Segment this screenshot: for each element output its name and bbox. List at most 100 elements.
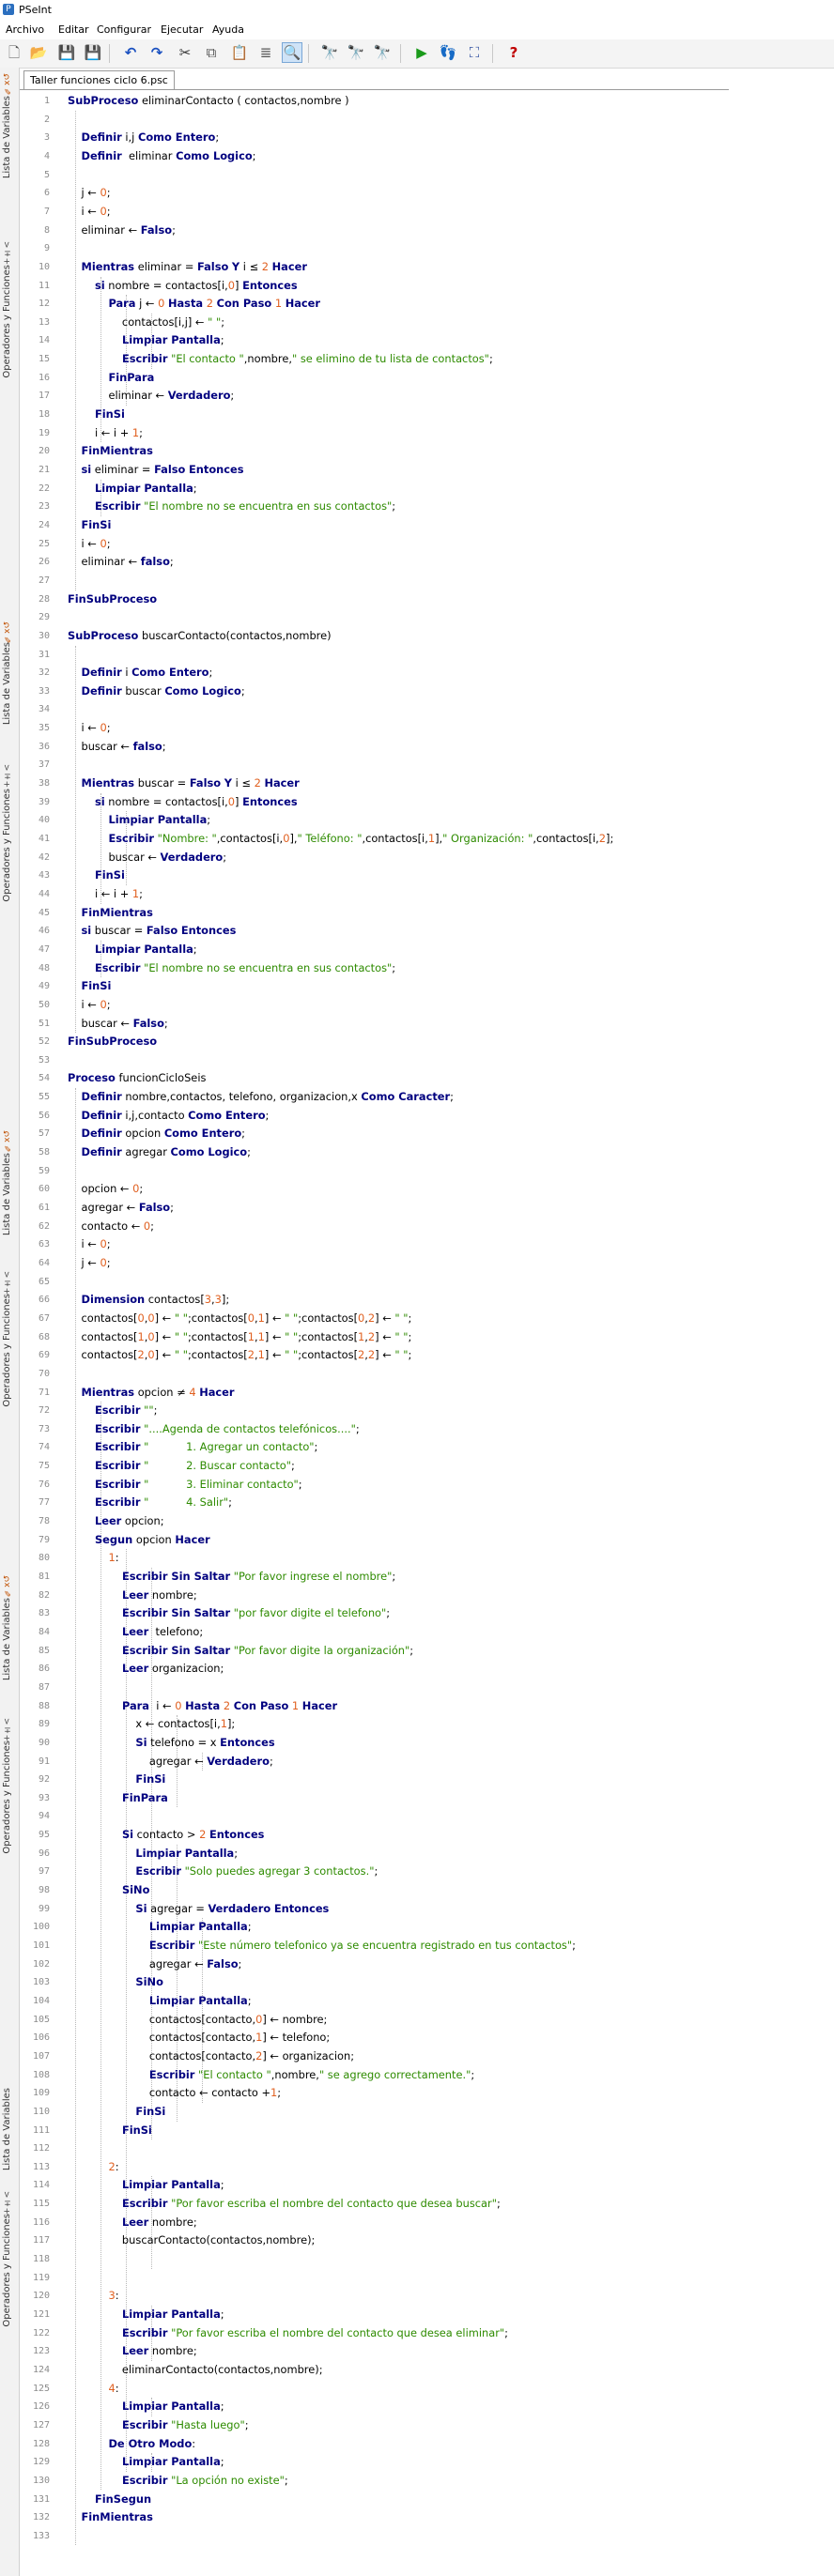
code-line[interactable]: Definir eliminar Como Logico;: [68, 147, 255, 166]
code-line[interactable]: Definir agregar Como Logico;: [68, 1143, 250, 1162]
code-line[interactable]: Escribir "Por favor escriba el nombre de…: [68, 2324, 508, 2343]
operators-panel-tab[interactable]: Operadores y Funciones: [2, 1294, 17, 1407]
code-line[interactable]: Limpiar Pantalla;: [68, 2398, 224, 2416]
variables-panel-tab[interactable]: Lista de Variables: [2, 1598, 17, 1680]
menu-editar[interactable]: Editar: [58, 23, 89, 36]
code-line[interactable]: Escribir " 2. Buscar contacto";: [68, 1457, 295, 1476]
code-line[interactable]: Para j ← 0 Hasta 2 Con Paso 1 Hacer: [68, 295, 320, 314]
code-line[interactable]: buscar ← Verdadero;: [68, 849, 226, 867]
code-line[interactable]: i ← 0;: [68, 1235, 110, 1254]
code-line[interactable]: Definir i,j,contacto Como Entero;: [68, 1107, 269, 1126]
save-as-icon[interactable]: 💾: [83, 42, 103, 63]
code-line[interactable]: Si contacto > 2 Entonces: [68, 1826, 265, 1845]
variables-panel-icon[interactable]: ✎x↺: [3, 1575, 16, 1597]
code-line[interactable]: FinSi: [68, 866, 125, 885]
code-line[interactable]: i ← i + 1;: [68, 424, 143, 443]
code-line[interactable]: contactos[2,0] ← " ";contactos[2,1] ← " …: [68, 1346, 411, 1365]
code-line[interactable]: i ← 0;: [68, 996, 110, 1015]
code-line[interactable]: 1:: [68, 1549, 118, 1568]
code-line[interactable]: Escribir " 3. Eliminar contacto";: [68, 1476, 302, 1495]
code-line[interactable]: buscar ← Falso;: [68, 1015, 167, 1034]
code-line[interactable]: Limpiar Pantalla;: [68, 1845, 238, 1863]
variables-panel-tab[interactable]: Lista de Variables: [2, 642, 17, 725]
code-line[interactable]: Leer nombre;: [68, 1587, 197, 1605]
variables-panel-icon[interactable]: ✎x↺: [3, 621, 16, 643]
code-line[interactable]: FinMientras: [68, 904, 152, 923]
operators-panel-icon[interactable]: +±<: [3, 764, 16, 788]
code-line[interactable]: Escribir "La opción no existe";: [68, 2472, 288, 2491]
code-line[interactable]: Si telefono = x Entonces: [68, 1734, 274, 1753]
code-line[interactable]: eliminar ← falso;: [68, 553, 173, 572]
code-line[interactable]: si nombre = contactos[i,0] Entonces: [68, 277, 298, 296]
code-line[interactable]: Escribir "....Agenda de contactos telefó…: [68, 1420, 360, 1439]
replace-icon[interactable]: 🔭: [372, 42, 393, 63]
code-line[interactable]: contactos[0,0] ← " ";contactos[0,1] ← " …: [68, 1310, 411, 1328]
code-line[interactable]: SiNo: [68, 1881, 149, 1900]
code-line[interactable]: SubProceso buscarContacto(contactos,nomb…: [68, 627, 332, 646]
code-line[interactable]: Escribir "El nombre no se encuentra en s…: [68, 498, 395, 516]
code-line[interactable]: Para i ← 0 Hasta 2 Con Paso 1 Hacer: [68, 1697, 337, 1716]
code-line[interactable]: Dimension contactos[3,3];: [68, 1291, 229, 1310]
code-line[interactable]: Limpiar Pantalla;: [68, 480, 197, 498]
code-line[interactable]: FinPara: [68, 1789, 168, 1808]
code-line[interactable]: FinSubProceso: [68, 1033, 157, 1051]
code-line[interactable]: Leer nombre;: [68, 2342, 197, 2361]
code-line[interactable]: Mientras opcion ≠ 4 Hacer: [68, 1384, 234, 1403]
run-icon[interactable]: ▶: [411, 42, 432, 63]
code-line[interactable]: buscar ← falso;: [68, 738, 165, 757]
code-line[interactable]: opcion ← 0;: [68, 1180, 143, 1199]
code-line[interactable]: 2:: [68, 2158, 118, 2177]
code-line[interactable]: Definir i Como Entero;: [68, 664, 212, 682]
code-line[interactable]: Limpiar Pantalla;: [68, 2453, 224, 2472]
code-line[interactable]: Limpiar Pantalla;: [68, 1992, 252, 2011]
menu-ayuda[interactable]: Ayuda: [212, 23, 244, 36]
code-line[interactable]: agregar ← Verdadero;: [68, 1753, 273, 1771]
code-line[interactable]: 3:: [68, 2287, 118, 2306]
operators-panel-icon[interactable]: +±<: [3, 2191, 16, 2215]
code-line[interactable]: contacto ← 0;: [68, 1218, 154, 1236]
open-file-icon[interactable]: 📂: [28, 42, 49, 63]
code-line[interactable]: Si agregar = Verdadero Entonces: [68, 1900, 329, 1919]
find-next-icon[interactable]: 🔭: [346, 42, 366, 63]
code-line[interactable]: De Otro Modo:: [68, 2435, 195, 2454]
code-line[interactable]: si buscar = Falso Entonces: [68, 922, 236, 941]
code-line[interactable]: si eliminar = Falso Entonces: [68, 461, 243, 480]
code-line[interactable]: Escribir "Nombre: ",contactos[i,0]," Tel…: [68, 830, 613, 849]
code-line[interactable]: FinSubProceso: [68, 590, 157, 609]
variables-panel-tab[interactable]: Lista de Variables: [2, 1153, 17, 1235]
code-line[interactable]: Limpiar Pantalla;: [68, 2176, 224, 2195]
file-tab[interactable]: Taller funciones ciclo 6.psc: [23, 70, 175, 89]
code-line[interactable]: 4:: [68, 2380, 118, 2399]
code-line[interactable]: Leer nombre;: [68, 2214, 197, 2232]
menu-ejecutar[interactable]: Ejecutar: [161, 23, 203, 36]
operators-panel-tab[interactable]: Operadores y Funciones: [2, 2214, 17, 2327]
code-line[interactable]: contactos[contacto,2] ← organizacion;: [68, 2047, 354, 2066]
code-line[interactable]: Segun opcion Hacer: [68, 1531, 210, 1550]
help-icon[interactable]: ?: [503, 42, 524, 63]
code-line[interactable]: j ← 0;: [68, 1254, 110, 1273]
code-line[interactable]: FinMientras: [68, 2508, 152, 2527]
code-line[interactable]: Proceso funcionCicloSeis: [68, 1069, 206, 1088]
code-line[interactable]: Mientras eliminar = Falso Y i ≤ 2 Hacer: [68, 258, 306, 277]
code-line[interactable]: Escribir "El contacto ",nombre," se elim…: [68, 350, 493, 369]
code-line[interactable]: Escribir " 1. Agregar un contacto";: [68, 1438, 317, 1457]
code-editor[interactable]: 1 2 3 4 5 6 7 8 9 10 11 12 13 14 15 16 17 18 19 20 21 22 23 24 2…: [21, 92, 731, 2576]
code-line[interactable]: SubProceso eliminarContacto ( contactos,…: [68, 92, 349, 111]
code-line[interactable]: contactos[i,j] ← " ";: [68, 314, 224, 332]
code-line[interactable]: FinSi: [68, 2122, 152, 2140]
code-line[interactable]: i ← i + 1;: [68, 885, 143, 904]
operators-panel-tab[interactable]: Operadores y Funciones: [2, 789, 17, 902]
operators-panel-tab[interactable]: Operadores y Funciones: [2, 265, 17, 378]
code-line[interactable]: contacto ← contacto +1;: [68, 2084, 281, 2103]
code-line[interactable]: FinMientras: [68, 442, 152, 461]
code-line[interactable]: FinPara: [68, 369, 154, 388]
code-line[interactable]: Limpiar Pantalla;: [68, 2306, 224, 2324]
code-line[interactable]: Leer organizacion;: [68, 1660, 224, 1679]
code-line[interactable]: Escribir "Solo puedes agregar 3 contacto…: [68, 1863, 378, 1881]
code-line[interactable]: agregar ← Falso;: [68, 1199, 174, 1218]
code-line[interactable]: eliminar ← Verdadero;: [68, 387, 234, 406]
code-line[interactable]: Definir buscar Como Logico;: [68, 682, 244, 701]
code-line[interactable]: eliminarContacto(contactos,nombre);: [68, 2361, 323, 2380]
code-line[interactable]: x ← contactos[i,1];: [68, 1715, 235, 1734]
operators-panel-tab[interactable]: Operadores y Funciones: [2, 1740, 17, 1854]
